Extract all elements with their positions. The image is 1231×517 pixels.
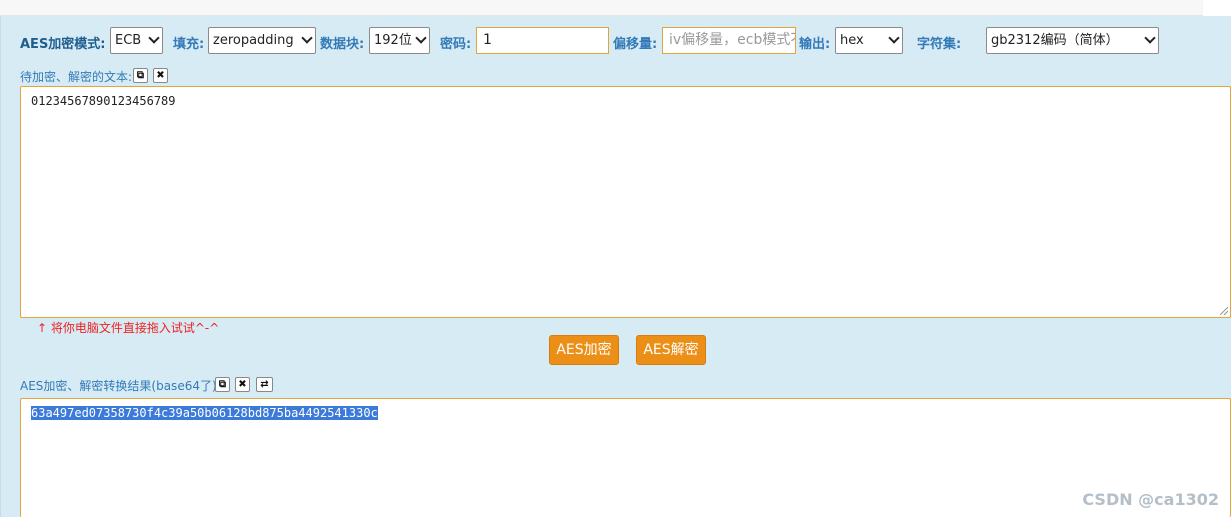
mode-label: AES加密模式:	[20, 37, 106, 52]
block-size-select[interactable]: 192位	[369, 27, 430, 54]
top-strip	[0, 0, 1203, 16]
iv-input[interactable]: iv偏移量，ecb模式不用填写！	[662, 27, 796, 54]
aes-toolbar: AES加密模式: ECB 填充: zeropadding 数据块: 192位 密…	[0, 26, 1231, 56]
output-text-label: AES加密、解密转换结果(base64了):	[20, 379, 221, 393]
output-text: 63a497ed07358730f4c39a50b06128bd875ba449…	[31, 406, 378, 420]
charset-label: 字符集:	[917, 37, 962, 52]
clear-output-button[interactable]: ✖	[235, 377, 250, 392]
copy-icon: ⧉	[218, 379, 227, 390]
chevron-down-icon	[888, 32, 900, 44]
output-format-select[interactable]: hex	[835, 27, 903, 54]
output-textarea[interactable]: 63a497ed07358730f4c39a50b06128bd875ba449…	[20, 398, 1231, 517]
drag-file-hint: ↑ 将你电脑文件直接拖入试试^-^	[37, 321, 220, 335]
chevron-down-icon	[1144, 32, 1156, 44]
padding-label: 填充:	[173, 37, 205, 52]
input-text-label: 待加密、解密的文本:	[20, 70, 133, 84]
clear-input-button[interactable]: ✖	[153, 68, 168, 83]
key-label: 密码:	[440, 37, 472, 52]
copy-output-button[interactable]: ⧉	[215, 377, 230, 392]
block-size-label: 数据块:	[320, 37, 365, 52]
clear-icon: ✖	[238, 379, 247, 390]
charset-select[interactable]: gb2312编码（简体）	[986, 27, 1159, 54]
input-text: 01234567890123456789	[31, 94, 176, 108]
padding-select-value: zeropadding	[213, 33, 294, 48]
padding-select[interactable]: zeropadding	[208, 27, 316, 54]
output-label: 输出:	[799, 37, 831, 52]
key-input[interactable]: 1	[476, 27, 609, 54]
mode-select-value: ECB	[115, 33, 142, 48]
swap-button[interactable]: ⇄	[256, 377, 273, 392]
resize-handle[interactable]	[1220, 307, 1228, 315]
iv-label: 偏移量:	[613, 37, 658, 52]
watermark: CSDN @ca1302	[1082, 490, 1219, 509]
chevron-down-icon	[415, 32, 427, 44]
chevron-down-icon	[148, 32, 160, 44]
copy-input-button[interactable]: ⧉	[133, 68, 148, 83]
clear-icon: ✖	[156, 70, 165, 81]
swap-icon: ⇄	[260, 379, 269, 390]
aes-decrypt-button[interactable]: AES解密	[636, 335, 706, 365]
copy-icon: ⧉	[136, 70, 145, 81]
block-size-select-value: 192位	[374, 33, 412, 48]
charset-select-value: gb2312编码（简体）	[991, 33, 1119, 48]
output-format-select-value: hex	[840, 33, 864, 48]
aes-encrypt-button[interactable]: AES加密	[549, 335, 619, 365]
input-textarea[interactable]: 01234567890123456789	[20, 86, 1231, 318]
mode-select[interactable]: ECB	[110, 27, 163, 54]
chevron-down-icon	[301, 32, 313, 44]
